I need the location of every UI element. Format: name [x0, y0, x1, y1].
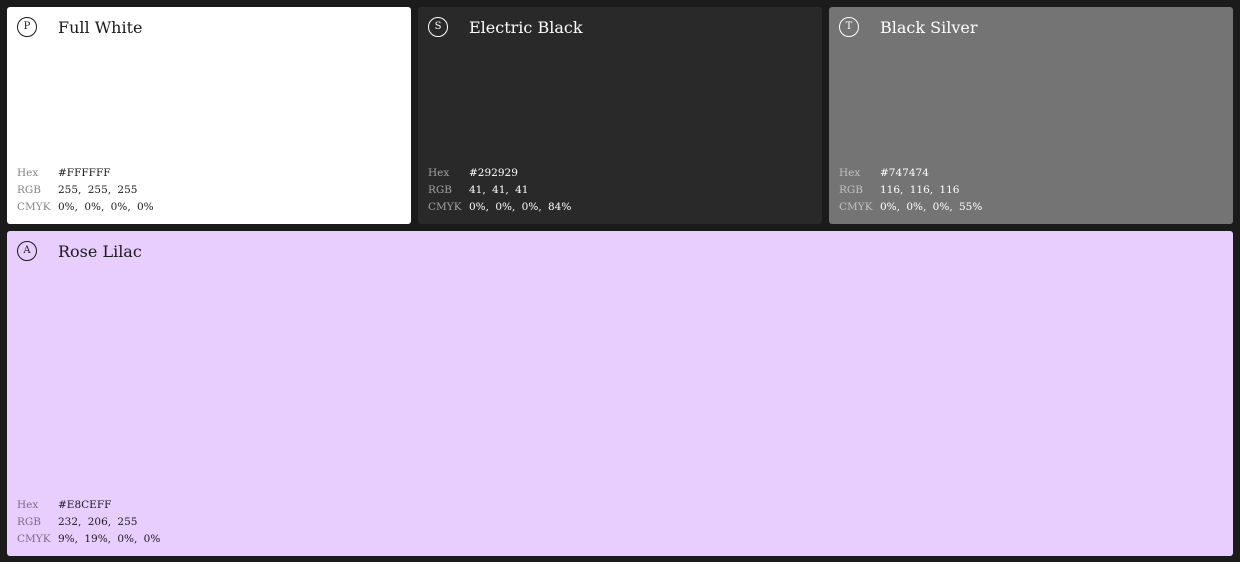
spec-row-rgb: RGB 41, 41, 41	[428, 182, 571, 199]
spec-label-rgb: RGB	[428, 184, 453, 196]
spec-row-cmyk: CMYK 9%, 19%, 0%, 0%	[17, 531, 160, 548]
spec-label-cmyk: CMYK	[839, 201, 873, 213]
swatch-badge: A	[17, 241, 37, 261]
swatch-name: Electric Black	[469, 18, 583, 37]
spec-label-cmyk: CMYK	[428, 201, 462, 213]
swatch-badge: S	[428, 17, 448, 37]
spec-row-cmyk: CMYK 0%, 0%, 0%, 55%	[839, 199, 982, 216]
spec-row-rgb: RGB 116, 116, 116	[839, 182, 982, 199]
spec-value-hex: #E8CEFF	[58, 499, 112, 511]
spec-value-rgb: 232, 206, 255	[58, 516, 138, 528]
spec-row-rgb: RGB 255, 255, 255	[17, 182, 154, 199]
spec-label-hex: Hex	[17, 167, 39, 179]
swatch-specs: Hex #292929 RGB 41, 41, 41 CMYK 0%, 0%, …	[428, 165, 571, 216]
swatch-card-full-white[interactable]: P Full White Hex #FFFFFF RGB 255, 255, 2…	[7, 7, 411, 224]
spec-value-rgb: 255, 255, 255	[58, 184, 138, 196]
spec-value-rgb: 116, 116, 116	[880, 184, 960, 196]
spec-row-hex: Hex #E8CEFF	[17, 497, 160, 514]
spec-label-rgb: RGB	[17, 516, 42, 528]
spec-row-cmyk: CMYK 0%, 0%, 0%, 84%	[428, 199, 571, 216]
spec-value-cmyk: 0%, 0%, 0%, 84%	[469, 201, 572, 213]
spec-label-rgb: RGB	[17, 184, 42, 196]
spec-value-cmyk: 0%, 0%, 0%, 55%	[880, 201, 983, 213]
spec-value-cmyk: 0%, 0%, 0%, 0%	[58, 201, 154, 213]
spec-label-rgb: RGB	[839, 184, 864, 196]
spec-label-cmyk: CMYK	[17, 533, 51, 545]
spec-value-rgb: 41, 41, 41	[469, 184, 529, 196]
spec-row-hex: Hex #FFFFFF	[17, 165, 154, 182]
swatch-specs: Hex #E8CEFF RGB 232, 206, 255 CMYK 9%, 1…	[17, 497, 160, 548]
swatch-badge: T	[839, 17, 859, 37]
spec-row-cmyk: CMYK 0%, 0%, 0%, 0%	[17, 199, 154, 216]
spec-row-rgb: RGB 232, 206, 255	[17, 514, 160, 531]
spec-row-hex: Hex #747474	[839, 165, 982, 182]
spec-label-hex: Hex	[17, 499, 39, 511]
spec-value-hex: #747474	[880, 167, 929, 179]
swatch-name: Black Silver	[880, 18, 978, 37]
spec-value-hex: #292929	[469, 167, 518, 179]
swatch-badge: P	[17, 17, 37, 37]
spec-value-cmyk: 9%, 19%, 0%, 0%	[58, 533, 161, 545]
swatch-name: Rose Lilac	[58, 242, 142, 261]
swatch-specs: Hex #747474 RGB 116, 116, 116 CMYK 0%, 0…	[839, 165, 982, 216]
swatch-name: Full White	[58, 18, 143, 37]
spec-label-hex: Hex	[428, 167, 450, 179]
spec-label-hex: Hex	[839, 167, 861, 179]
spec-value-hex: #FFFFFF	[58, 167, 111, 179]
spec-row-hex: Hex #292929	[428, 165, 571, 182]
swatch-card-black-silver[interactable]: T Black Silver Hex #747474 RGB 116, 116,…	[829, 7, 1233, 224]
spec-label-cmyk: CMYK	[17, 201, 51, 213]
swatch-specs: Hex #FFFFFF RGB 255, 255, 255 CMYK 0%, 0…	[17, 165, 154, 216]
swatch-card-electric-black[interactable]: S Electric Black Hex #292929 RGB 41, 41,…	[418, 7, 822, 224]
swatch-card-rose-lilac[interactable]: A Rose Lilac Hex #E8CEFF RGB 232, 206, 2…	[7, 231, 1233, 556]
